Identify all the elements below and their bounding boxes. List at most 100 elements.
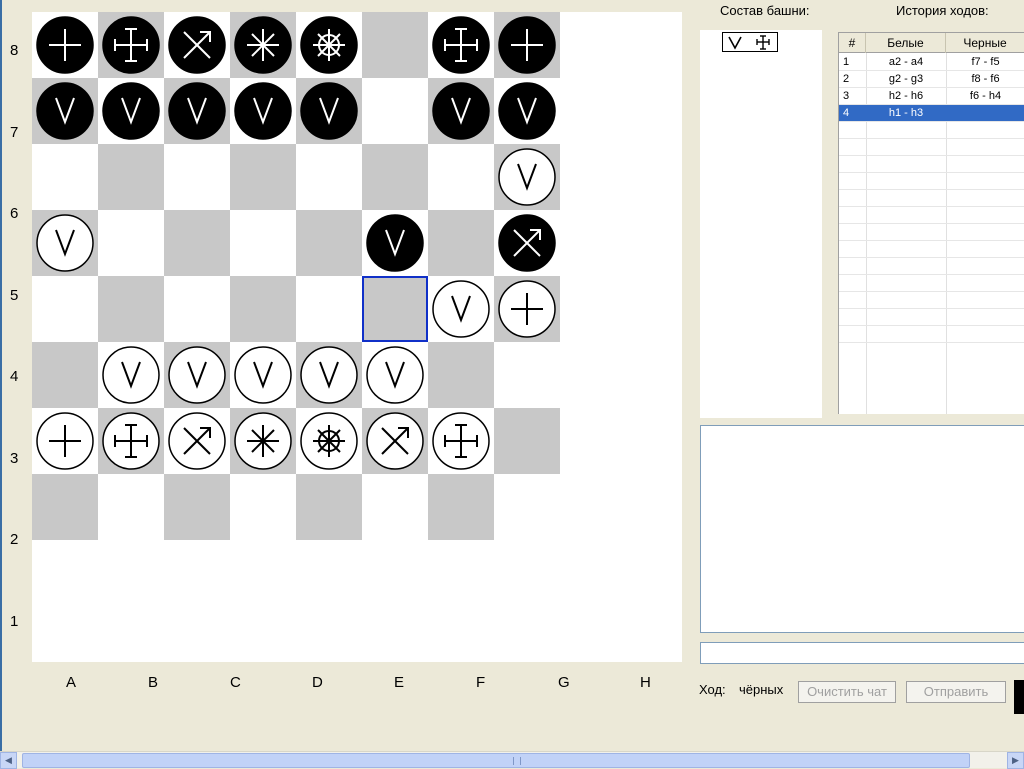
square-e4[interactable] [296, 276, 362, 342]
horizontal-scrollbar[interactable]: ◀ ▶ [0, 751, 1024, 769]
square-g6[interactable] [428, 144, 494, 210]
black-piece-h5[interactable] [498, 214, 556, 272]
file-label-f: F [476, 674, 486, 691]
square-b4[interactable] [98, 276, 164, 342]
square-a6[interactable] [32, 144, 98, 210]
square-e1[interactable] [296, 474, 362, 540]
v-icon [728, 36, 742, 50]
square-f1[interactable] [362, 474, 428, 540]
square-g1[interactable] [428, 474, 494, 540]
square-d4[interactable] [230, 276, 296, 342]
white-piece-d2[interactable] [234, 412, 292, 470]
send-button[interactable]: Отправить [906, 681, 1006, 703]
black-piece-e8[interactable] [300, 16, 358, 74]
tower-panel [700, 30, 822, 418]
white-piece-b2[interactable] [102, 412, 160, 470]
history-header: # Белые Черные [839, 33, 1024, 53]
white-piece-h4[interactable] [498, 280, 556, 338]
square-g5[interactable] [428, 210, 494, 276]
square-c5[interactable] [164, 210, 230, 276]
square-c4[interactable] [164, 276, 230, 342]
square-h2[interactable] [494, 408, 560, 474]
square-f8[interactable] [362, 12, 428, 78]
history-row[interactable] [839, 309, 1024, 326]
history-row[interactable] [839, 122, 1024, 139]
black-piece-c8[interactable] [168, 16, 226, 74]
square-f6[interactable] [362, 144, 428, 210]
history-row[interactable] [839, 224, 1024, 241]
history-row[interactable]: 4 h1 - h3 [839, 105, 1024, 122]
square-a1[interactable] [32, 474, 98, 540]
square-g3[interactable] [428, 342, 494, 408]
square-e5[interactable] [296, 210, 362, 276]
chat-message-input[interactable] [700, 642, 1024, 664]
scroll-left-button[interactable]: ◀ [0, 752, 17, 769]
black-piece-f5[interactable] [366, 214, 424, 272]
square-b1[interactable] [98, 474, 164, 540]
history-row[interactable]: 3 h2 - h6 f6 - h4 [839, 88, 1024, 105]
white-piece-c2[interactable] [168, 412, 226, 470]
white-piece-h6[interactable] [498, 148, 556, 206]
white-piece-g2[interactable] [432, 412, 490, 470]
chat-log[interactable] [700, 425, 1024, 633]
white-piece-e3[interactable] [300, 346, 358, 404]
history-row[interactable] [839, 326, 1024, 343]
white-piece-e2[interactable] [300, 412, 358, 470]
history-row[interactable] [839, 207, 1024, 224]
history-row[interactable] [839, 258, 1024, 275]
history-row[interactable]: 1 a2 - a4 f7 - f5 [839, 54, 1024, 71]
clear-chat-button[interactable]: Очистить чат [798, 681, 896, 703]
col-num-header[interactable]: # [839, 33, 866, 53]
black-piece-d8[interactable] [234, 16, 292, 74]
scrollbar-thumb[interactable] [22, 753, 970, 768]
black-piece-a8[interactable] [36, 16, 94, 74]
game-board [32, 12, 682, 662]
white-piece-g4[interactable] [432, 280, 490, 338]
white-piece-c3[interactable] [168, 346, 226, 404]
white-piece-a2[interactable] [36, 412, 94, 470]
square-h3[interactable] [494, 342, 560, 408]
square-d1[interactable] [230, 474, 296, 540]
history-row[interactable] [839, 139, 1024, 156]
history-cell-num: 4 [843, 107, 850, 119]
square-c1[interactable] [164, 474, 230, 540]
history-row[interactable] [839, 292, 1024, 309]
file-label-b: B [148, 674, 159, 691]
history-row[interactable] [839, 275, 1024, 292]
square-b6[interactable] [98, 144, 164, 210]
square-f4[interactable] [362, 276, 428, 342]
black-piece-b8[interactable] [102, 16, 160, 74]
white-piece-d3[interactable] [234, 346, 292, 404]
black-piece-g8[interactable] [432, 16, 490, 74]
black-piece-h7[interactable] [498, 82, 556, 140]
black-piece-b7[interactable] [102, 82, 160, 140]
move-history-table[interactable]: # Белые Черные 1 a2 - a4 f7 - f5 2 g2 - g3 f8… [838, 32, 1024, 414]
black-piece-d7[interactable] [234, 82, 292, 140]
square-f7[interactable] [362, 78, 428, 144]
col-black-header[interactable]: Черные [946, 33, 1024, 53]
white-piece-f3[interactable] [366, 346, 424, 404]
square-a4[interactable] [32, 276, 98, 342]
col-white-header[interactable]: Белые [866, 33, 946, 53]
history-row[interactable] [839, 156, 1024, 173]
black-piece-g7[interactable] [432, 82, 490, 140]
white-piece-a5[interactable] [36, 214, 94, 272]
history-row[interactable] [839, 190, 1024, 207]
black-piece-h8[interactable] [498, 16, 556, 74]
square-a3[interactable] [32, 342, 98, 408]
history-row[interactable]: 2 g2 - g3 f8 - f6 [839, 71, 1024, 88]
square-h1[interactable] [494, 474, 560, 540]
square-e6[interactable] [296, 144, 362, 210]
history-row[interactable] [839, 173, 1024, 190]
history-row[interactable] [839, 241, 1024, 258]
square-d6[interactable] [230, 144, 296, 210]
square-c6[interactable] [164, 144, 230, 210]
square-b5[interactable] [98, 210, 164, 276]
black-piece-c7[interactable] [168, 82, 226, 140]
square-d5[interactable] [230, 210, 296, 276]
white-piece-f2[interactable] [366, 412, 424, 470]
scroll-right-button[interactable]: ▶ [1007, 752, 1024, 769]
white-piece-b3[interactable] [102, 346, 160, 404]
black-piece-e7[interactable] [300, 82, 358, 140]
black-piece-a7[interactable] [36, 82, 94, 140]
